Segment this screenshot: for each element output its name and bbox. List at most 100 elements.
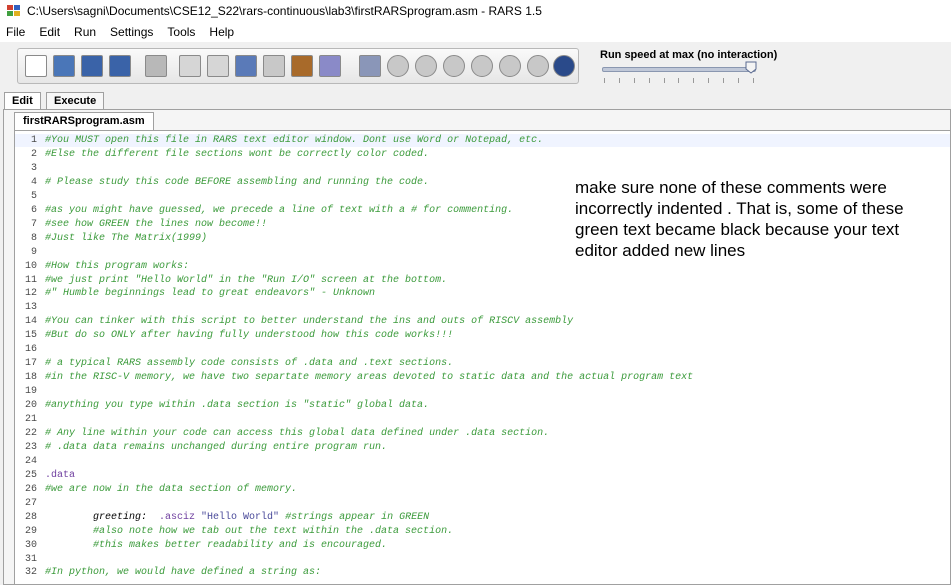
save-as-button[interactable] [106, 52, 134, 80]
line-number: 13 [24, 302, 37, 314]
code-line: 23 # .data data remains unchanged during … [15, 441, 950, 454]
save-as-icon [109, 55, 131, 77]
code-text: # Any line within your code can access t… [45, 427, 550, 439]
code-line: 18 #in the RISC-V memory, we have two sep… [15, 371, 950, 384]
open-file-button[interactable] [50, 52, 78, 80]
redo-icon [207, 55, 229, 77]
code-line: 24 [15, 455, 950, 468]
line-number: 12 [24, 288, 37, 300]
menu-settings[interactable]: Settings [108, 24, 155, 40]
code-text: #In python, we would have defined a stri… [45, 567, 322, 579]
code-line: 19 [15, 385, 950, 398]
code-text: # Please study this code BEFORE assembli… [45, 176, 430, 188]
copy-button[interactable] [260, 52, 288, 80]
line-number: 28 [24, 511, 37, 523]
code-line: 1 #You MUST open this file in RARS text e… [15, 134, 950, 147]
run-speed-slider-thumb[interactable] [745, 61, 757, 74]
menu-run[interactable]: Run [72, 24, 98, 40]
code-text: #we just print "Hello World" in the "Run… [45, 274, 448, 286]
line-number: 16 [24, 344, 37, 356]
code-text: #this makes better readability and is en… [45, 539, 388, 551]
menu-tools[interactable]: Tools [165, 24, 197, 40]
file-tab[interactable]: firstRARSprogram.asm [14, 112, 154, 130]
code-text: #" Humble beginnings lead to great endea… [45, 288, 376, 300]
code-line: 10 #How this program works: [15, 260, 950, 273]
save-button[interactable] [78, 52, 106, 80]
pause-button[interactable] [468, 52, 496, 80]
menu-file[interactable]: File [4, 24, 27, 40]
scissors-icon [235, 55, 257, 77]
code-line: 21 [15, 413, 950, 426]
find-replace-button[interactable] [316, 52, 344, 80]
code-text: #You can tinker with this script to bett… [45, 316, 574, 328]
line-number: 31 [24, 553, 37, 565]
menu-bar: File Edit Run Settings Tools Help [0, 22, 951, 42]
code-line: 17 # a typical RARS assembly code consist… [15, 357, 950, 370]
asm-directive: .asciz [159, 511, 196, 523]
code-text: #How this program works: [45, 260, 190, 272]
find-replace-icon [319, 55, 341, 77]
line-number: 14 [24, 316, 37, 328]
run-speed-slider[interactable] [602, 67, 756, 72]
code-line: 25 .data [15, 469, 950, 482]
stop-button[interactable] [496, 52, 524, 80]
line-number: 20 [24, 400, 37, 412]
line-number: 27 [24, 497, 37, 509]
line-number: 30 [24, 539, 37, 551]
line-number: 10 [24, 260, 37, 272]
line-number: 1 [30, 135, 37, 146]
code-text: greeting: .asciz "Hello World" #strings … [45, 511, 429, 524]
run-button[interactable] [384, 52, 412, 80]
code-line: 27 [15, 497, 950, 510]
wrench-icon [359, 55, 381, 77]
paste-button[interactable] [288, 52, 316, 80]
code-text: #see how GREEN the lines now become!! [45, 218, 268, 230]
reset-icon [527, 55, 549, 77]
menu-edit[interactable]: Edit [37, 24, 62, 40]
tab-edit[interactable]: Edit [4, 92, 41, 109]
code-line: 22 # Any line within your code can access… [15, 427, 950, 440]
reset-button[interactable] [524, 52, 552, 80]
toolbar-group-file [17, 48, 579, 84]
code-line: 14 #You can tinker with this script to be… [15, 315, 950, 328]
run-speed-label: Run speed at max (no interaction) [600, 49, 778, 61]
step-icon [415, 55, 437, 77]
code-line: 32 #In python, we would have defined a st… [15, 566, 950, 579]
code-text: #But do so ONLY after having fully under… [45, 330, 454, 342]
line-number: 3 [30, 162, 37, 174]
backstep-button[interactable] [440, 52, 468, 80]
dump-memory-button[interactable] [142, 52, 170, 80]
line-number: 23 [24, 441, 37, 453]
line-number: 22 [24, 427, 37, 439]
code-line: 3 [15, 162, 950, 175]
menu-help[interactable]: Help [207, 24, 236, 40]
redo-button[interactable] [204, 52, 232, 80]
window-title: C:\Users\sagni\Documents\CSE12_S22\rars-… [27, 4, 542, 18]
undo-button[interactable] [176, 52, 204, 80]
line-number: 6 [30, 204, 37, 216]
folder-open-icon [53, 55, 75, 77]
toolbar [0, 42, 951, 88]
line-number: 19 [24, 386, 37, 398]
dump-icon [145, 55, 167, 77]
line-number: 2 [30, 148, 37, 160]
code-line: 12 #" Humble beginnings lead to great end… [15, 287, 950, 300]
line-number: 24 [24, 455, 37, 467]
run-icon [387, 55, 409, 77]
tab-bar: Edit Execute [0, 92, 951, 109]
code-text: # a typical RARS assembly code consists … [45, 358, 454, 370]
new-file-button[interactable] [22, 52, 50, 80]
pause-icon [471, 55, 493, 77]
code-line: 31 [15, 553, 950, 566]
asm-comment: #strings appear in GREEN [285, 511, 430, 523]
copy-icon [263, 55, 285, 77]
step-button[interactable] [412, 52, 440, 80]
code-line: 28 greeting: .asciz "Hello World" #strin… [15, 511, 950, 524]
line-number: 5 [30, 190, 37, 202]
line-number: 29 [24, 525, 37, 537]
undo-icon [179, 55, 201, 77]
tab-execute[interactable]: Execute [46, 92, 105, 109]
cut-button[interactable] [232, 52, 260, 80]
help-button[interactable] [550, 52, 578, 80]
assemble-button[interactable] [356, 52, 384, 80]
